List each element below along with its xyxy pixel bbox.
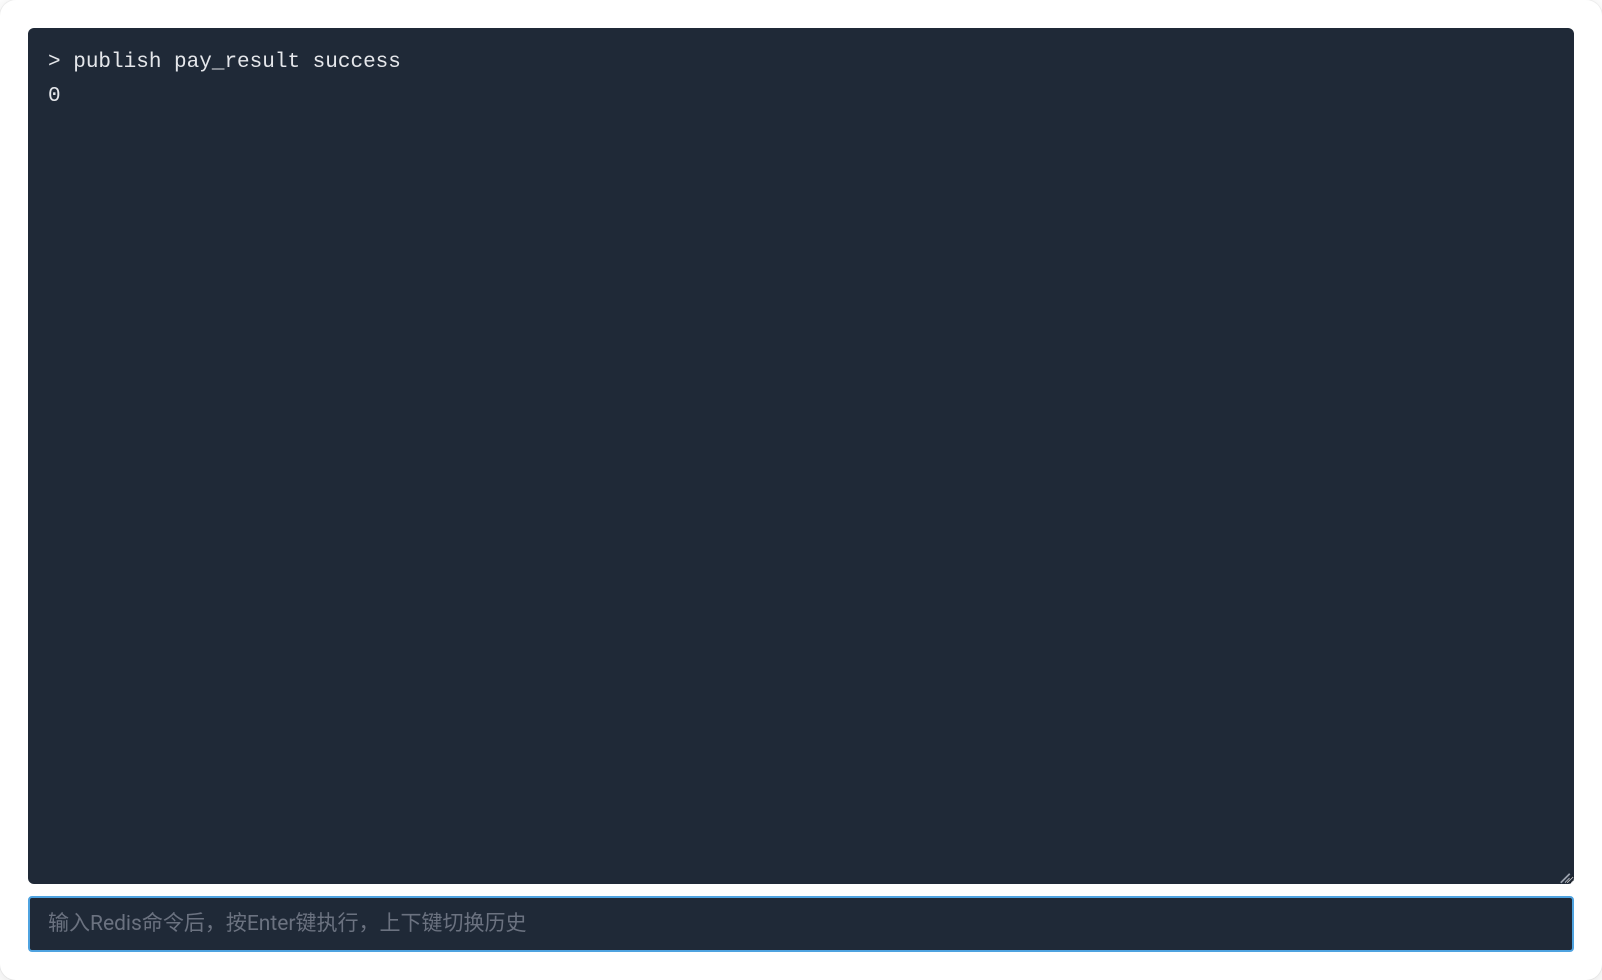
terminal-command-line: > publish pay_result success <box>48 46 1554 80</box>
resize-handle-icon <box>1554 864 1572 882</box>
command-input-wrapper <box>28 896 1574 952</box>
redis-cli-panel: > publish pay_result success 0 <box>0 0 1602 980</box>
command-input[interactable] <box>48 898 1554 950</box>
result-text: 0 <box>48 85 61 108</box>
command-text: publish pay_result success <box>73 51 401 74</box>
prompt-symbol: > <box>48 51 61 74</box>
terminal-result-line: 0 <box>48 80 1554 114</box>
terminal-output[interactable]: > publish pay_result success 0 <box>28 28 1574 884</box>
